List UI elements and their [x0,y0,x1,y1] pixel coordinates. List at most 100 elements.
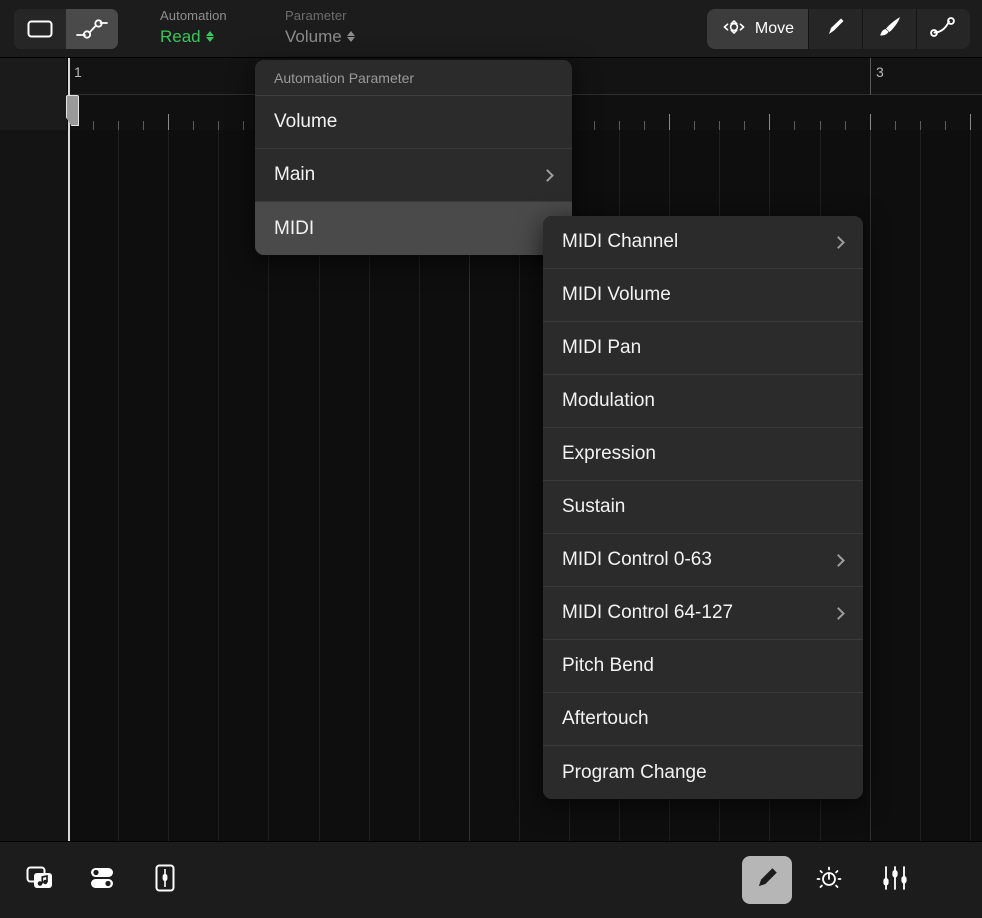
chevron-right-icon [541,169,554,182]
parameter-field[interactable]: Parameter Volume [285,8,355,47]
ruler-subdivision-tick [644,121,645,130]
menu-item-label: MIDI Control 0-63 [562,549,834,571]
move-tool-button[interactable]: Move [707,9,808,49]
playhead-line [68,58,70,841]
parameter-value-row[interactable]: Volume [285,26,355,47]
ruler-beat-tick [168,114,169,130]
ruler-subdivision-tick [193,121,194,130]
canvas-gridline [218,130,219,841]
chevron-right-icon [832,607,845,620]
region-view-button[interactable] [14,9,66,49]
chevron-right-icon [832,554,845,567]
menu-item-volume[interactable]: Volume [255,96,572,149]
menu-item-label: MIDI Channel [562,231,834,253]
rectangle-icon [27,19,53,39]
pencil-tool-button[interactable] [808,9,862,49]
ruler-subdivision-tick [719,121,720,130]
menu-item-main[interactable]: Main [255,149,572,202]
parameter-value: Volume [285,26,342,47]
bar-number: 3 [876,64,884,80]
canvas-left-gutter [0,130,68,841]
menu-item-label: MIDI Volume [562,284,847,306]
midi-parameter-submenu[interactable]: MIDI Channel MIDI Volume MIDI Pan Modula… [543,216,863,799]
submenu-item-sustain[interactable]: Sustain [543,481,863,534]
pencil-tool-button[interactable] [742,856,792,904]
bottom-left-button-group [16,856,190,904]
ruler-subdivision-tick [895,121,896,130]
menu-item-label: Modulation [562,390,847,412]
faders-icon [880,864,910,897]
curve-tool-button[interactable] [916,9,970,49]
track-controls-button[interactable] [78,856,128,904]
bottom-toolbar [0,841,982,918]
bottom-right-button-group [742,856,924,904]
submenu-item-midi-channel[interactable]: MIDI Channel [543,216,863,269]
ruler-subdivision-tick [920,121,921,130]
submenu-item-midi-control-64-127[interactable]: MIDI Control 64-127 [543,587,863,640]
ruler-subdivision-tick [845,121,846,130]
brush-icon [877,15,903,44]
menu-item-label: Expression [562,443,847,465]
automation-mode-field[interactable]: Automation Read [160,8,227,47]
chevron-updown-icon[interactable] [206,31,214,42]
chevron-right-icon [832,236,845,249]
bar-number: 1 [74,64,82,80]
menu-item-label: Sustain [562,496,847,518]
ruler-subdivision-tick [945,121,946,130]
ruler-left-gutter [0,58,68,130]
view-mode-segmented-control [14,9,118,49]
canvas-gridline [970,130,971,841]
automation-mode-label: Automation [160,8,227,24]
canvas-gridline [168,130,169,841]
curve-icon [929,16,959,43]
submenu-item-modulation[interactable]: Modulation [543,375,863,428]
automation-editor-window: Automation Read Parameter Volume [0,0,982,918]
ruler-subdivision-tick [118,121,119,130]
ruler-subdivision-tick [619,121,620,130]
pencil-icon [754,865,780,896]
menu-item-label: MIDI Control 64-127 [562,602,834,624]
ruler-subdivision-tick [820,121,821,130]
snap-settings-button[interactable] [800,856,858,904]
canvas-bar-gridline [870,130,871,841]
menu-item-midi[interactable]: MIDI [255,202,572,255]
ruler-subdivision-tick [744,121,745,130]
ruler-beat-tick [769,114,770,130]
canvas-gridline [920,130,921,841]
submenu-item-program-change[interactable]: Program Change [543,746,863,799]
loop-browser-button[interactable] [16,856,66,904]
tool-selector-group: Move [707,9,970,49]
automation-parameter-menu[interactable]: Automation Parameter Volume Main MIDI [255,60,572,255]
submenu-item-midi-pan[interactable]: MIDI Pan [543,322,863,375]
mixer-strip-button[interactable] [140,856,190,904]
menu-item-label: Pitch Bend [562,655,847,677]
ruler-subdivision-tick [93,121,94,130]
toggles-icon [88,865,118,896]
brush-tool-button[interactable] [862,9,916,49]
menu-item-label: MIDI [274,218,556,240]
fader-strip-icon [154,864,176,897]
submenu-item-expression[interactable]: Expression [543,428,863,481]
media-library-icon [26,865,56,896]
submenu-item-aftertouch[interactable]: Aftertouch [543,693,863,746]
ruler-beat-tick [870,114,871,130]
automation-view-button[interactable] [66,9,118,49]
mixer-button[interactable] [866,856,924,904]
menu-item-label: MIDI Pan [562,337,847,359]
automation-mode-value: Read [160,26,201,47]
submenu-item-midi-control-0-63[interactable]: MIDI Control 0-63 [543,534,863,587]
menu-item-label: Main [274,164,543,186]
submenu-item-midi-volume[interactable]: MIDI Volume [543,269,863,322]
chevron-updown-icon[interactable] [347,31,355,42]
ruler-subdivision-tick [218,121,219,130]
submenu-item-pitch-bend[interactable]: Pitch Bend [543,640,863,693]
move-icon [721,17,747,42]
move-tool-label: Move [755,20,794,38]
menu-header: Automation Parameter [255,60,572,96]
ruler-beat-tick [970,114,971,130]
menu-item-label: Program Change [562,762,847,784]
ruler-subdivision-tick [794,121,795,130]
canvas-gridline [118,130,119,841]
automation-mode-value-row[interactable]: Read [160,26,227,47]
pencil-icon [824,15,848,44]
